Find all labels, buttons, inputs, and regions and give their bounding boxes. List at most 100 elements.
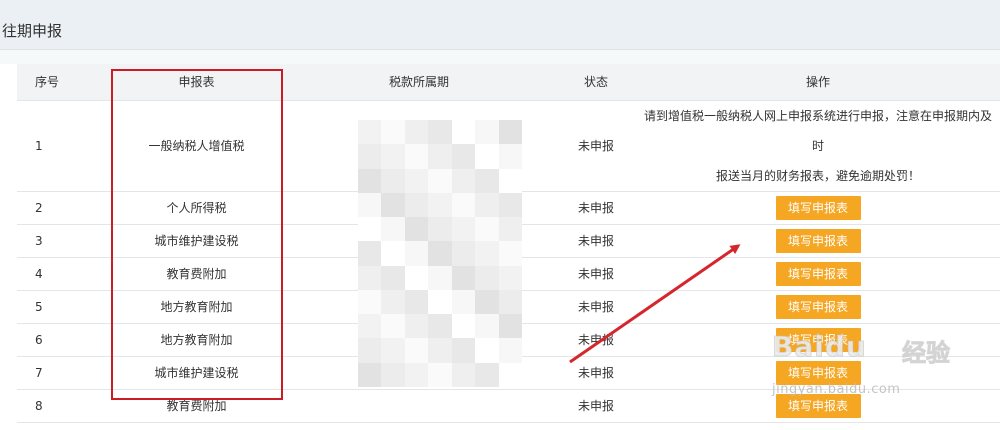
mosaic-block bbox=[451, 217, 476, 242]
row-status: 未申报 bbox=[556, 290, 636, 324]
mosaic-block bbox=[475, 362, 499, 387]
mosaic-block bbox=[358, 192, 382, 218]
mosaic-block bbox=[498, 289, 522, 315]
mosaic-block bbox=[381, 289, 405, 315]
mosaic-block bbox=[358, 168, 382, 193]
mosaic-block bbox=[404, 362, 429, 387]
mosaic-block bbox=[428, 144, 452, 169]
mosaic-block bbox=[498, 338, 522, 363]
mosaic-block bbox=[404, 241, 429, 266]
vat-notice-line2: 报送当月的财务报表，避免逾期处罚！ bbox=[715, 168, 920, 183]
mosaic-block bbox=[381, 120, 405, 145]
row-status: 未申报 bbox=[556, 191, 636, 225]
row-index: 6 bbox=[17, 323, 111, 357]
mosaic-block bbox=[358, 338, 382, 363]
mosaic-block bbox=[358, 362, 382, 387]
mosaic-block bbox=[381, 265, 405, 290]
mosaic-block bbox=[475, 338, 499, 363]
mosaic-block bbox=[404, 217, 429, 242]
mosaic-block bbox=[475, 241, 499, 266]
mosaic-block bbox=[381, 192, 405, 218]
mosaic-block bbox=[428, 168, 452, 193]
row-status: 未申报 bbox=[556, 100, 636, 192]
mosaic-block bbox=[451, 338, 476, 363]
mosaic-block bbox=[428, 192, 452, 218]
mosaic-block bbox=[358, 217, 382, 242]
mosaic-block bbox=[451, 362, 476, 387]
mosaic-block bbox=[428, 289, 452, 315]
mosaic-block bbox=[451, 144, 476, 169]
mosaic-block bbox=[404, 265, 429, 290]
mosaic-block bbox=[381, 338, 405, 363]
mosaic-block bbox=[404, 168, 429, 193]
mosaic-block bbox=[381, 217, 405, 242]
header-action: 操作 bbox=[636, 64, 1000, 101]
fill-form-button[interactable]: 填写申报表 bbox=[775, 327, 861, 352]
mosaic-block bbox=[381, 362, 405, 387]
page-header: 往期申报 bbox=[0, 0, 1000, 50]
mosaic-block bbox=[498, 217, 522, 242]
mosaic-block bbox=[381, 168, 405, 193]
fill-form-button[interactable]: 填写申报表 bbox=[775, 261, 861, 286]
mosaic-block bbox=[451, 265, 476, 290]
row-index: 2 bbox=[17, 191, 111, 225]
mosaic-block bbox=[358, 241, 382, 266]
mosaic-block bbox=[381, 144, 405, 169]
header-index: 序号 bbox=[17, 64, 111, 101]
vat-notice: 请到增值税一般纳税人网上申报系统进行申报，注意在申报期内及时 报送当月的财务报表… bbox=[636, 100, 1000, 192]
mosaic-block bbox=[475, 168, 499, 193]
mosaic-block bbox=[498, 192, 522, 218]
mosaic-block bbox=[404, 144, 429, 169]
mosaic-block bbox=[451, 120, 476, 145]
header-spacer bbox=[0, 50, 1000, 64]
mosaic-block bbox=[498, 120, 522, 145]
mosaic-block bbox=[498, 265, 522, 290]
mosaic-block bbox=[451, 289, 476, 315]
mosaic-block bbox=[475, 314, 499, 339]
fill-form-button[interactable]: 填写申报表 bbox=[775, 195, 861, 220]
mosaic-block bbox=[451, 168, 476, 193]
mosaic-block bbox=[358, 289, 382, 315]
row-status: 未申报 bbox=[556, 257, 636, 291]
mosaic-block bbox=[451, 241, 476, 266]
mosaic-block bbox=[498, 241, 522, 266]
mosaic-block bbox=[358, 144, 382, 169]
mosaic-block bbox=[451, 314, 476, 339]
row-index: 7 bbox=[17, 356, 111, 390]
mosaic-block bbox=[428, 120, 452, 145]
mosaic-block bbox=[475, 289, 499, 315]
fill-form-button[interactable]: 填写申报表 bbox=[775, 393, 861, 418]
row-index: 3 bbox=[17, 224, 111, 258]
mosaic-block bbox=[475, 217, 499, 242]
mosaic-block bbox=[498, 144, 522, 169]
row-status: 未申报 bbox=[556, 224, 636, 258]
vat-notice-line1: 请到增值税一般纳税人网上申报系统进行申报，注意在申报期内及时 bbox=[643, 108, 992, 153]
mosaic-block bbox=[428, 217, 452, 242]
mosaic-block bbox=[358, 265, 382, 290]
mosaic-block bbox=[404, 192, 429, 218]
mosaic-block bbox=[475, 192, 499, 218]
period-mosaic-redaction bbox=[358, 120, 522, 387]
page-title: 往期申报 bbox=[2, 22, 63, 40]
fill-form-button[interactable]: 填写申报表 bbox=[775, 360, 861, 385]
header-status: 状态 bbox=[556, 64, 636, 101]
mosaic-block bbox=[475, 144, 499, 169]
fill-form-button[interactable]: 填写申报表 bbox=[775, 294, 861, 319]
fill-form-button[interactable]: 填写申报表 bbox=[775, 228, 861, 253]
mosaic-block bbox=[381, 241, 405, 266]
mosaic-block bbox=[428, 314, 452, 339]
mosaic-block bbox=[358, 314, 382, 339]
mosaic-block bbox=[381, 314, 405, 339]
mosaic-block bbox=[498, 362, 522, 387]
row-status: 未申报 bbox=[556, 323, 636, 357]
mosaic-block bbox=[428, 241, 452, 266]
mosaic-block bbox=[451, 192, 476, 218]
mosaic-block bbox=[475, 120, 499, 145]
mosaic-block bbox=[428, 338, 452, 363]
mosaic-block bbox=[404, 314, 429, 339]
form-column-highlight bbox=[111, 69, 283, 400]
mosaic-block bbox=[498, 168, 522, 193]
mosaic-block bbox=[358, 120, 382, 145]
mosaic-block bbox=[404, 120, 429, 145]
mosaic-block bbox=[428, 265, 452, 290]
